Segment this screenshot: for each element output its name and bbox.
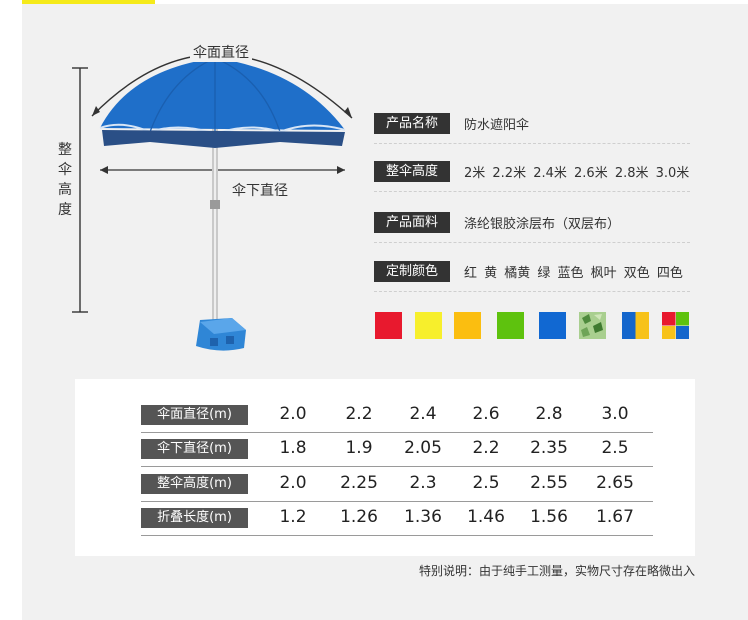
table-cell: 2.6 xyxy=(472,404,500,424)
row-header: 整伞高度(m) xyxy=(141,474,248,494)
info-label: 产品名称 xyxy=(374,113,450,134)
spec-table: 伞面直径(m) 2.0 2.2 2.4 2.6 2.8 3.0 伞下直径(m) … xyxy=(75,379,695,556)
info-label: 定制颜色 xyxy=(374,261,450,282)
color-swatches xyxy=(374,312,694,340)
swatch-green xyxy=(497,312,524,339)
swatch-blue xyxy=(539,312,566,339)
table-cell: 1.8 xyxy=(279,438,307,458)
height-char: 伞 xyxy=(58,162,72,178)
table-cell: 1.2 xyxy=(279,507,307,527)
table-cell: 3.0 xyxy=(601,404,629,424)
table-cell: 1.67 xyxy=(596,507,634,527)
table-cell: 1.9 xyxy=(345,438,373,458)
table-cell: 2.5 xyxy=(601,438,629,458)
info-value: 涤纶银胶涂层布（双层布） xyxy=(464,217,621,232)
info-value: 红 黄 橘黄 绿 蓝色 枫叶 双色 四色 xyxy=(464,266,683,281)
swatch-orange-yellow xyxy=(454,312,481,339)
under-diameter-label: 伞下直径 xyxy=(229,180,291,200)
swatch-maple xyxy=(579,312,606,339)
table-cell: 2.2 xyxy=(472,438,500,458)
table-cell: 2.3 xyxy=(409,473,437,493)
info-row-height: 整伞高度 2米 2.2米 2.4米 2.6米 2.8米 3.0米 xyxy=(374,156,690,192)
table-cell: 2.25 xyxy=(340,473,378,493)
table-row: 伞下直径(m) 1.8 1.9 2.05 2.2 2.35 2.5 xyxy=(141,433,653,467)
table-cell: 2.05 xyxy=(404,438,442,458)
row-header: 伞下直径(m) xyxy=(141,439,248,459)
height-char: 度 xyxy=(58,202,72,218)
info-row-fabric: 产品面料 涤纶银胶涂层布（双层布） xyxy=(374,207,690,243)
row-header: 折叠长度(m) xyxy=(141,508,248,528)
table-row: 整伞高度(m) 2.0 2.25 2.3 2.5 2.55 2.65 xyxy=(141,468,653,502)
height-char: 整 xyxy=(58,142,72,158)
table-cell: 1.36 xyxy=(404,507,442,527)
table-cell: 2.8 xyxy=(535,404,563,424)
swatch-red xyxy=(375,312,402,339)
info-row-colors: 定制颜色 红 黄 橘黄 绿 蓝色 枫叶 双色 四色 xyxy=(374,256,690,292)
table-cell: 2.2 xyxy=(345,404,373,424)
measurement-note: 特别说明：由于纯手工测量，实物尺寸存在略微出入 xyxy=(418,564,695,578)
info-label: 整伞高度 xyxy=(374,161,450,182)
table-cell: 1.26 xyxy=(340,507,378,527)
table-cell: 2.4 xyxy=(409,404,437,424)
row-header: 伞面直径(m) xyxy=(141,405,248,425)
maple-leaf-pattern-icon xyxy=(579,312,606,339)
height-char: 高 xyxy=(58,182,72,198)
table-cell: 2.5 xyxy=(472,473,500,493)
table-cell: 2.0 xyxy=(279,404,307,424)
info-label: 产品面料 xyxy=(374,212,450,233)
canopy-diameter-label: 伞面直径 xyxy=(190,42,252,62)
table-cell: 1.56 xyxy=(530,507,568,527)
table-row: 折叠长度(m) 1.2 1.26 1.36 1.46 1.56 1.67 xyxy=(141,502,653,536)
table-cell: 2.0 xyxy=(279,473,307,493)
info-row-product-name: 产品名称 防水遮阳伞 xyxy=(374,108,690,144)
total-height-label: 整 伞 高 度 xyxy=(55,140,75,220)
table-cell: 1.46 xyxy=(467,507,505,527)
table-cell: 2.65 xyxy=(596,473,634,493)
table-cell: 2.55 xyxy=(530,473,568,493)
swatch-four-color xyxy=(662,312,689,339)
swatch-two-color xyxy=(622,312,649,339)
info-value: 防水遮阳伞 xyxy=(464,118,530,133)
info-value: 2米 2.2米 2.4米 2.6米 2.8米 3.0米 xyxy=(464,166,690,181)
swatch-yellow xyxy=(415,312,442,339)
table-row: 伞面直径(m) 2.0 2.2 2.4 2.6 2.8 3.0 xyxy=(141,399,653,433)
table-cell: 2.35 xyxy=(530,438,568,458)
